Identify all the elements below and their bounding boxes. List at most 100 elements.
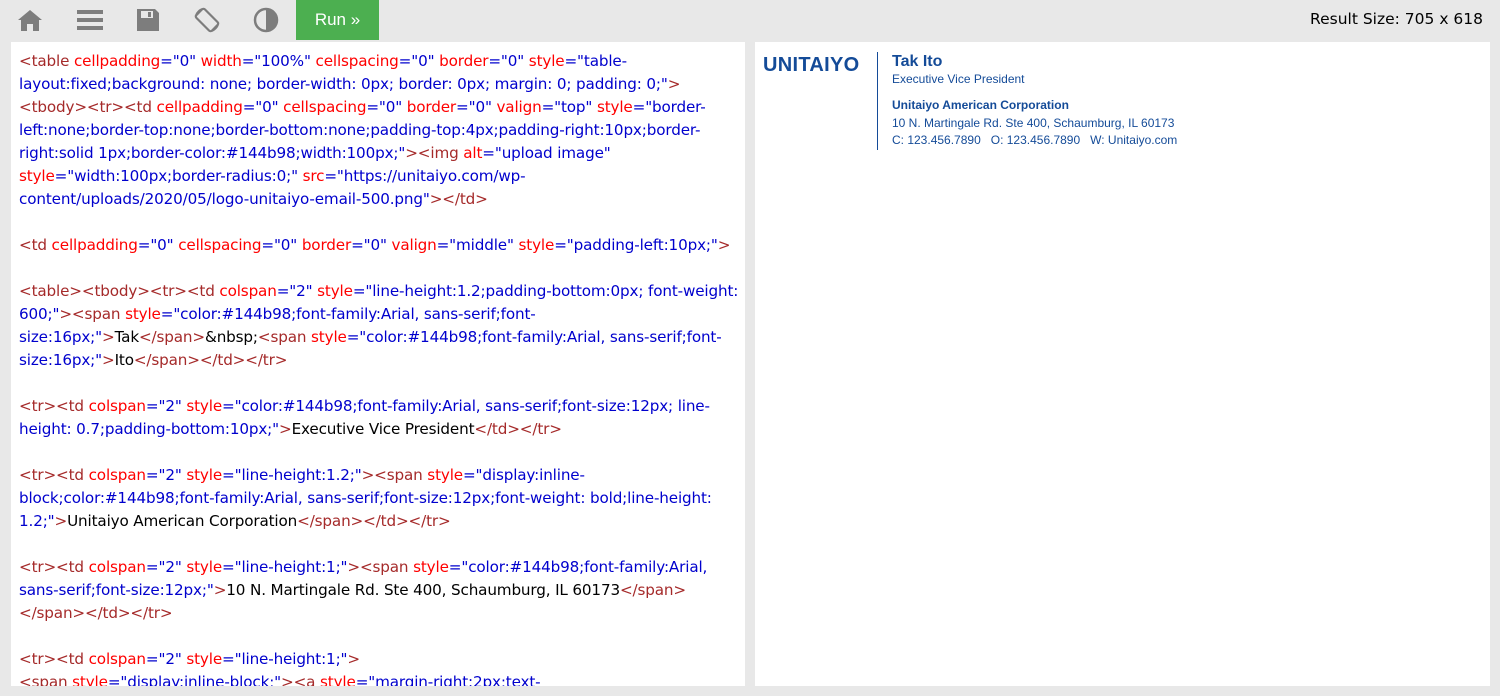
code-token-attr: cellspacing xyxy=(310,52,399,70)
code-token-tag: > xyxy=(347,650,360,668)
rotate-icon[interactable] xyxy=(179,0,235,40)
code-token-tag: <tr><td xyxy=(19,558,84,576)
code-token-val: left:none;border-top:none;border-bottom:… xyxy=(19,121,701,139)
code-token-val: ="0" xyxy=(366,98,403,116)
code-token-tag: <span xyxy=(257,328,307,346)
logo-cell: UNITAIYO xyxy=(763,52,878,150)
code-token-txt: Unitaiyo American Corporation xyxy=(67,512,298,530)
code-token-val: ="border- xyxy=(632,98,706,116)
code-token-val: ="padding-left:10px;" xyxy=(554,236,718,254)
code-token-val: ="color:#144b98;font-family:Arial, sans-… xyxy=(346,328,722,346)
code-token-txt: Tak xyxy=(114,328,140,346)
code-token-val: ="color:#144b98;font-family:Arial, sans-… xyxy=(222,397,710,415)
code-line: <span style="display:inline-block;"><a s… xyxy=(19,671,735,686)
code-token-val: ="0" xyxy=(488,52,525,70)
code-token-attr: cellspacing xyxy=(173,236,262,254)
contrast-icon[interactable] xyxy=(238,0,294,40)
code-line: content/uploads/2020/05/logo-unitaiyo-em… xyxy=(19,188,735,211)
code-line: <table><tbody><tr><td colspan="2" style=… xyxy=(19,280,739,303)
run-button[interactable]: Run » xyxy=(296,0,379,40)
code-token-val: ="line-height:1.2;padding-bottom:0px; fo… xyxy=(352,282,739,300)
code-token-val: ="2" xyxy=(145,397,182,415)
code-token-tag: </span></td></tr> xyxy=(133,351,288,369)
code-token-tag: </span></td></tr> xyxy=(19,604,173,622)
code-token-attr: style xyxy=(67,673,108,686)
code-token-tag: </span></td></tr> xyxy=(297,512,451,530)
code-token-val: 600;" xyxy=(19,305,60,323)
code-token-val: block;color:#144b98;font-family:Arial, s… xyxy=(19,489,712,507)
code-token-tag: > xyxy=(717,236,731,254)
code-token-tag: > xyxy=(101,351,115,369)
code-token-val: layout:fixed;background: none; border-wi… xyxy=(19,75,668,93)
code-line: <table cellpadding="0" width="100%" cell… xyxy=(19,50,735,73)
code-token-val: ="color:#144b98;font-family:Arial, xyxy=(448,558,708,576)
signature-title: Executive Vice President xyxy=(892,72,1025,87)
code-token-attr: valign xyxy=(491,98,542,116)
code-token-tag: ><span xyxy=(59,305,121,323)
signature-company: Unitaiyo American Corporation xyxy=(892,98,1069,113)
code-token-val: right:solid 1px;border-color:#144b98;wid… xyxy=(19,144,406,162)
code-token-tag: <tr><td xyxy=(19,650,84,668)
code-token-attr: colspan xyxy=(83,650,146,668)
code-token-val: ="line-height:1.2;" xyxy=(222,466,362,484)
code-token-attr: style xyxy=(181,650,223,668)
code-token-val: ="color:#144b98;font-family:Arial, sans-… xyxy=(160,305,536,323)
code-token-tag: <table><tbody><tr><td xyxy=(19,282,215,300)
code-token-tag: ></td> xyxy=(429,190,488,208)
code-token-tag: <tbody><tr><td xyxy=(19,98,152,116)
code-token-tag: </span> xyxy=(619,581,686,599)
code-token-val: ="2" xyxy=(145,558,182,576)
code-token-attr: src xyxy=(297,167,325,185)
code-line: right:solid 1px;border-color:#144b98;wid… xyxy=(19,142,735,165)
home-icon[interactable] xyxy=(2,0,58,40)
code-token-val: size:16px;" xyxy=(19,328,102,346)
code-token-tag: > xyxy=(278,420,292,438)
code-token-tag: ><img xyxy=(405,144,459,162)
menu-icon[interactable] xyxy=(62,0,118,40)
code-token-val: ="0" xyxy=(351,236,387,254)
code-token-tag: > xyxy=(667,75,681,93)
code-token-attr: cellpadding xyxy=(46,236,138,254)
code-token-attr: border xyxy=(402,98,457,116)
code-token-attr: cellpadding xyxy=(151,98,243,116)
code-token-attr: style xyxy=(181,397,223,415)
code-text[interactable]: <table cellpadding="0" width="100%" cell… xyxy=(19,50,739,686)
code-line: height: 0.7;padding-bottom:10px;">Execut… xyxy=(19,418,735,441)
code-token-tag: </td></tr> xyxy=(474,420,562,438)
code-token-val: height: 0.7;padding-bottom:10px;" xyxy=(19,420,279,438)
code-token-attr: colspan xyxy=(83,466,146,484)
code-token-val: ="0" xyxy=(242,98,279,116)
code-token-attr: colspan xyxy=(83,397,146,415)
code-token-val: ="https://unitaiyo.com/wp- xyxy=(324,167,526,185)
code-token-attr: style xyxy=(513,236,555,254)
signature-info: Tak Ito Executive Vice President Unitaiy… xyxy=(878,52,1177,150)
code-line: size:16px;">Tak</span>&nbsp;<span style=… xyxy=(19,326,735,349)
code-token-attr: style xyxy=(315,673,356,686)
code-token-val: ="100%" xyxy=(241,52,311,70)
save-icon[interactable] xyxy=(120,0,176,40)
code-token-val: ="0" xyxy=(160,52,196,70)
code-token-val: ="0" xyxy=(398,52,435,70)
code-token-tag: > xyxy=(101,328,115,346)
code-token-tag: > xyxy=(54,512,68,530)
code-token-attr: border xyxy=(434,52,489,70)
code-line: <tr><td colspan="2" style="line-height:1… xyxy=(19,556,735,579)
toolbar: Run » Result Size: 705 x 618 xyxy=(0,0,1500,40)
code-token-txt: Executive Vice President xyxy=(291,420,475,438)
code-token-val: 1.2;" xyxy=(19,512,55,530)
code-line: size:16px;">Ito</span></td></tr> xyxy=(19,349,735,372)
code-token-attr: valign xyxy=(386,236,437,254)
code-line: left:none;border-top:none;border-bottom:… xyxy=(19,119,735,142)
code-line: sans-serif;font-size:12px;">10 N. Martin… xyxy=(19,579,735,602)
code-token-attr: colspan xyxy=(83,558,146,576)
code-line: 600;"><span style="color:#144b98;font-fa… xyxy=(19,303,735,326)
code-token-attr: colspan xyxy=(214,282,277,300)
code-token-attr: style xyxy=(408,558,449,576)
code-token-val: ="middle" xyxy=(436,236,514,254)
code-token-val: ="margin-right:2px;text- xyxy=(355,673,541,686)
code-editor[interactable]: <table cellpadding="0" width="100%" cell… xyxy=(11,42,745,686)
